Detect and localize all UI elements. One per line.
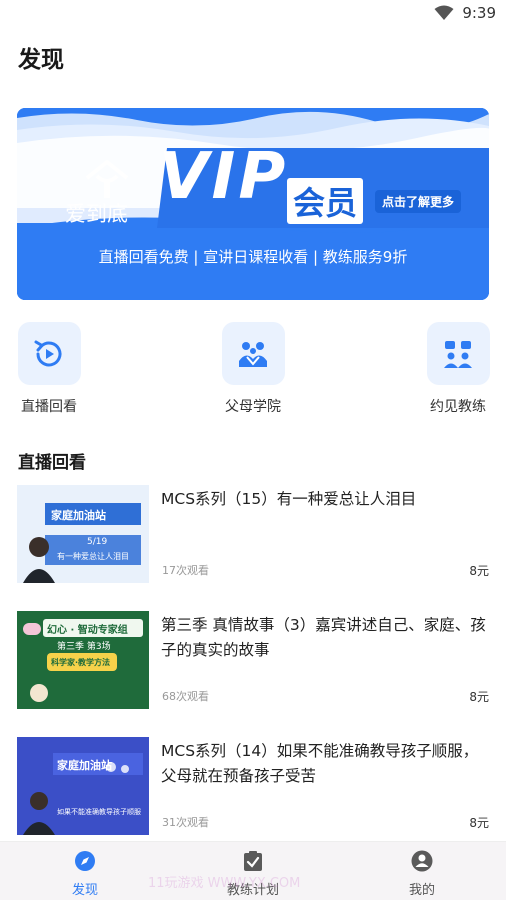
quick-link-label: 直播回看: [21, 399, 77, 415]
watermark: 11玩游戏 WWW.YX.COM: [148, 876, 301, 891]
video-thumbnail: 家庭加油站 5/19 有一种爱总让人泪目: [17, 485, 149, 583]
video-thumbnail: 幻心 · 智动专家组 第三季 第3场 科学家·教学方法: [17, 611, 149, 709]
quick-link-replay[interactable]: 直播回看: [9, 322, 89, 416]
status-time: 9:39: [462, 4, 496, 22]
banner-member-text: 会员: [287, 178, 364, 224]
thumb-banner: 家庭加油站: [57, 759, 112, 772]
vip-banner[interactable]: 爱到底 VIP 会员 点击了解更多 直播回看免费 | 宣讲日课程收看 | 教练服…: [17, 108, 489, 300]
wifi-icon: [434, 5, 454, 21]
compass-icon: [74, 850, 96, 876]
section-title: 直播回看: [18, 453, 86, 473]
banner-vip-text: VIP: [159, 140, 289, 214]
video-views: 68次观看: [162, 690, 209, 703]
banner-brand-name: 爱到底: [65, 202, 128, 226]
thumb-caption: 有一种爱总让人泪目: [57, 552, 129, 561]
video-views: 17次观看: [162, 564, 209, 577]
video-thumbnail: 家庭加油站 如果不能准确教导孩子顺服: [17, 737, 149, 835]
video-list-item[interactable]: 家庭加油站 5/19 有一种爱总让人泪目 MCS系列（15）有一种爱总让人泪目 …: [17, 485, 489, 583]
video-list-item[interactable]: 幻心 · 智动专家组 第三季 第3场 科学家·教学方法 第三季 真情故事（3）嘉…: [17, 611, 489, 709]
video-title: MCS系列（14）如果不能准确教导孩子顺服，父母就在预备孩子受苦: [161, 742, 479, 785]
video-price: 8元: [469, 564, 489, 578]
video-views: 31次观看: [162, 816, 209, 829]
video-title: MCS系列（15）有一种爱总让人泪目: [161, 490, 417, 508]
thumb-banner: 幻心 · 智动专家组: [47, 625, 128, 636]
thumb-date: 5/19: [87, 537, 108, 547]
replay-icon: [17, 322, 81, 385]
meet-coach-icon: [426, 322, 490, 385]
tab-label: 发现: [71, 883, 98, 898]
quick-link-parent-academy[interactable]: 父母学院: [213, 322, 293, 416]
tab-discover[interactable]: 发现: [35, 850, 135, 898]
user-icon: [411, 850, 433, 876]
family-icon: [221, 322, 285, 385]
quick-link-label: 父母学院: [225, 399, 281, 415]
tab-label: 我的: [408, 883, 435, 898]
video-price: 8元: [469, 816, 489, 830]
video-price: 8元: [469, 690, 489, 704]
thumb-caption: 如果不能准确教导孩子顺服: [57, 808, 141, 816]
thumb-date: 第三季 第3场: [57, 642, 111, 652]
quick-link-meet-coach[interactable]: 约见教练: [418, 322, 498, 416]
tab-profile[interactable]: 我的: [372, 850, 472, 898]
status-bar: 9:39: [0, 0, 506, 28]
thumb-banner: 家庭加油站: [51, 509, 106, 522]
banner-benefits: 直播回看免费 | 宣讲日课程收看 | 教练服务9折: [98, 248, 408, 266]
banner-more-button[interactable]: 点击了解更多: [375, 190, 462, 213]
thumb-caption: 科学家·教学方法: [51, 658, 111, 667]
house-logo-icon: [85, 160, 129, 198]
bottom-tab-bar: 发现 教练计划 我的 11玩游戏 WWW.YX.COM: [0, 841, 506, 900]
video-title: 第三季 真情故事（3）嘉宾讲述自己、家庭、孩子的真实的故事: [161, 616, 486, 659]
video-list-item[interactable]: 家庭加油站 如果不能准确教导孩子顺服 MCS系列（14）如果不能准确教导孩子顺服…: [17, 737, 489, 835]
quick-link-label: 约见教练: [430, 399, 486, 415]
page-title: 发现: [18, 47, 64, 73]
